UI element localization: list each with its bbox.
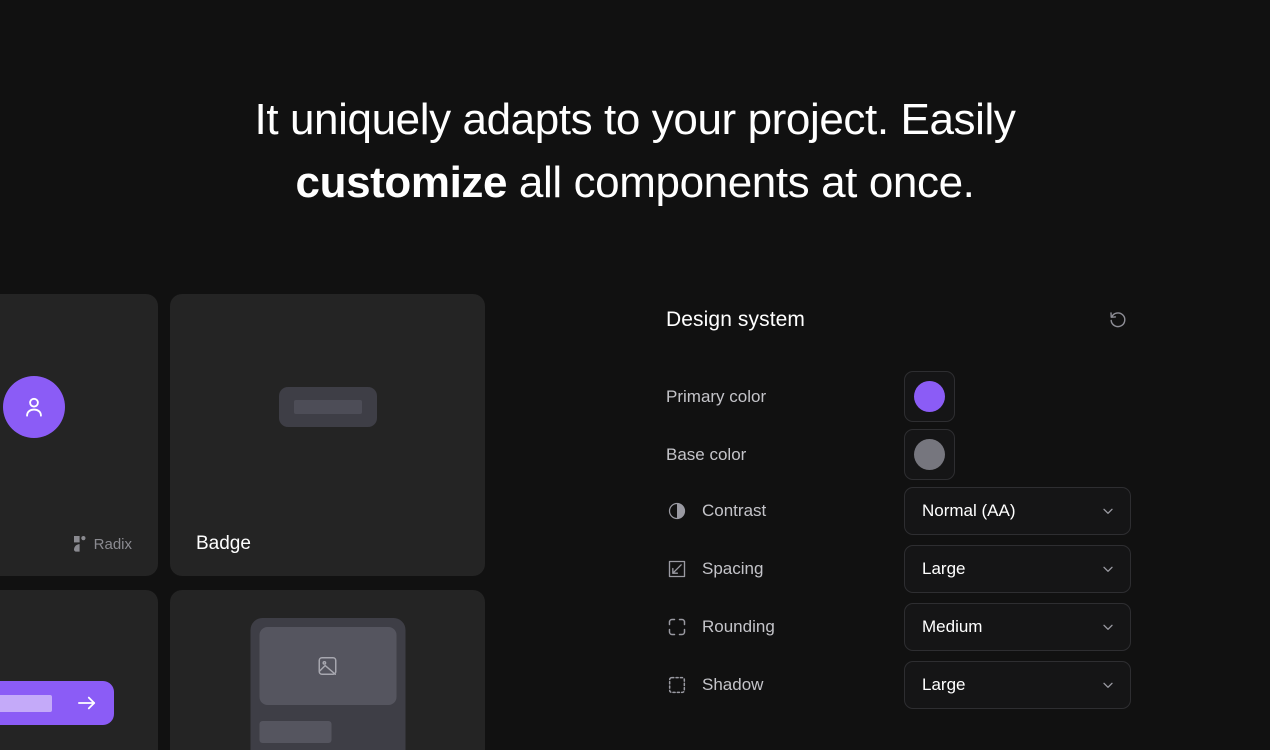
page-root: It uniquely adapts to your project. Easi…	[0, 0, 1270, 750]
row-rounding-label-wrap: Rounding	[666, 616, 904, 638]
primary-color-swatch-button[interactable]	[904, 371, 955, 422]
arrow-right-icon	[78, 696, 96, 710]
card-card[interactable]	[170, 590, 485, 750]
chevron-down-icon	[1103, 624, 1113, 630]
card-avatar[interactable]: Avatar Radix	[0, 294, 158, 576]
rounding-icon-glyph	[668, 618, 686, 636]
row-contrast: Contrast Normal (AA)	[666, 487, 1131, 535]
row-contrast-label: Contrast	[702, 501, 767, 520]
heading-line-2: customize all components at once.	[0, 151, 1270, 214]
component-cards: Avatar Radix	[0, 294, 597, 750]
rounding-select[interactable]: Medium	[904, 603, 1131, 651]
row-rounding-label: Rounding	[702, 617, 775, 636]
spacing-select-value: Large	[922, 559, 966, 578]
heading-line-1: It uniquely adapts to your project. Easi…	[254, 95, 1016, 144]
design-system-header: Design system	[666, 307, 1131, 333]
card-skeleton-image	[259, 627, 396, 705]
primary-button-preview[interactable]	[0, 681, 114, 725]
primary-color-dot	[914, 381, 945, 412]
row-primary-color: Primary color	[666, 371, 1131, 422]
card-button[interactable]	[0, 590, 158, 750]
spacing-select[interactable]: Large	[904, 545, 1131, 593]
rounding-icon	[666, 616, 688, 638]
card-skeleton	[250, 618, 405, 750]
image-icon	[318, 657, 337, 675]
page-title: It uniquely adapts to your project. Easi…	[0, 88, 1270, 214]
button-label-skeleton	[0, 694, 52, 712]
row-spacing-label-wrap: Spacing	[666, 558, 904, 580]
shadow-icon	[666, 674, 688, 696]
row-shadow: Shadow Large	[666, 661, 1131, 709]
row-contrast-label-wrap: Contrast	[666, 500, 904, 522]
lower-section: Avatar Radix	[0, 294, 1270, 750]
card-badge-footer: Badge	[170, 520, 485, 576]
card-badge-title: Badge	[196, 533, 251, 554]
design-system-title: Design system	[666, 308, 806, 331]
spacing-icon	[666, 558, 688, 580]
badge-skeleton-bar	[293, 400, 362, 414]
radix-tag: Radix	[73, 535, 132, 553]
rounding-select-value: Medium	[922, 617, 983, 636]
card-badge-preview	[170, 294, 485, 520]
card-badge[interactable]: Badge	[170, 294, 485, 576]
row-spacing-label: Spacing	[702, 559, 764, 578]
contrast-select-value: Normal (AA)	[922, 501, 1016, 520]
card-avatar-footer: Avatar Radix	[0, 520, 158, 576]
base-color-dot	[914, 439, 945, 470]
card-skeleton-line-1	[259, 721, 331, 743]
chevron-down-icon	[1103, 682, 1113, 688]
spacing-icon-glyph	[668, 560, 686, 578]
row-shadow-label-wrap: Shadow	[666, 674, 904, 696]
shadow-icon-glyph	[668, 676, 686, 694]
shadow-select-value: Large	[922, 675, 966, 694]
radix-logo-icon	[73, 536, 86, 552]
chevron-down-icon	[1103, 508, 1113, 514]
base-color-swatch-button[interactable]	[904, 429, 955, 480]
row-primary-color-label: Primary color	[666, 386, 767, 406]
heading-line-2-rest: all components at once.	[507, 158, 975, 207]
contrast-select[interactable]: Normal (AA)	[904, 487, 1131, 535]
row-base-color-label: Base color	[666, 444, 747, 464]
chevron-down-icon	[1103, 566, 1113, 572]
row-primary-color-label-wrap: Primary color	[666, 387, 904, 407]
reset-button[interactable]	[1105, 307, 1131, 333]
row-base-color: Base color	[666, 429, 1131, 480]
card-grid: Avatar Radix	[0, 294, 485, 750]
design-system-panel: Design system Primary color Base color C…	[597, 294, 1270, 750]
row-shadow-label: Shadow	[702, 675, 764, 694]
badge-skeleton	[278, 387, 377, 427]
contrast-icon-glyph	[668, 502, 686, 520]
heading-emphasis: customize	[295, 158, 508, 207]
avatar	[3, 376, 65, 438]
row-base-color-label-wrap: Base color	[666, 445, 904, 465]
row-spacing: Spacing Large	[666, 545, 1131, 593]
card-button-preview	[0, 590, 158, 750]
shadow-select[interactable]: Large	[904, 661, 1131, 709]
person-icon	[26, 397, 42, 417]
row-rounding: Rounding Medium	[666, 603, 1131, 651]
card-avatar-preview	[0, 294, 158, 520]
radix-tag-label: Radix	[93, 535, 132, 553]
reset-icon	[1110, 312, 1126, 328]
contrast-icon	[666, 500, 688, 522]
